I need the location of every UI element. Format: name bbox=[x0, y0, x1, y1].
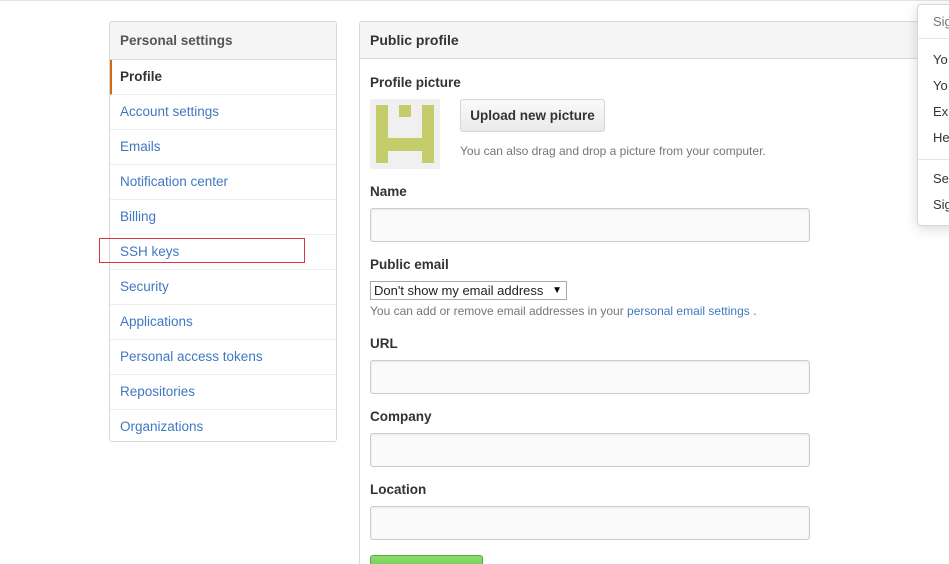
public-email-hint: You can add or remove email addresses in… bbox=[370, 304, 756, 318]
top-border bbox=[0, 0, 949, 1]
sidebar-header: Personal settings bbox=[110, 22, 336, 60]
name-input[interactable] bbox=[370, 208, 810, 242]
company-label: Company bbox=[370, 409, 432, 424]
update-profile-button[interactable] bbox=[370, 555, 483, 564]
public-email-select-value: Don't show my email address bbox=[374, 283, 544, 298]
sidebar-item-notification-center[interactable]: Notification center bbox=[110, 165, 336, 200]
email-hint-suffix: . bbox=[753, 304, 757, 318]
url-label: URL bbox=[370, 336, 398, 351]
sidebar-item-profile[interactable]: Profile bbox=[110, 60, 336, 95]
email-hint-text: You can add or remove email addresses in… bbox=[370, 304, 624, 318]
url-input[interactable] bbox=[370, 360, 810, 394]
sidebar-item-organizations[interactable]: Organizations bbox=[110, 410, 336, 441]
dropdown-item[interactable]: Sig bbox=[918, 192, 949, 218]
sidebar-item-emails[interactable]: Emails bbox=[110, 130, 336, 165]
dropdown-item[interactable]: Se bbox=[918, 166, 949, 192]
dropdown-item[interactable]: Yo bbox=[918, 47, 949, 73]
location-label: Location bbox=[370, 482, 427, 497]
name-label: Name bbox=[370, 184, 407, 199]
public-email-label: Public email bbox=[370, 257, 449, 272]
public-email-select[interactable]: Don't show my email address ▼ bbox=[370, 281, 567, 300]
sidebar-item-account-settings[interactable]: Account settings bbox=[110, 95, 336, 130]
dropdown-divider bbox=[918, 159, 949, 160]
dropdown-signed-in-header: Sig bbox=[918, 5, 949, 39]
company-input[interactable] bbox=[370, 433, 810, 467]
user-dropdown-menu: Sig Yo Yo Ex He Se Sig bbox=[917, 4, 949, 226]
public-profile-panel: Public profile Profile picture Upload ne… bbox=[359, 21, 949, 564]
dropdown-item[interactable]: Yo bbox=[918, 73, 949, 99]
sidebar-item-ssh-keys[interactable]: SSH keys bbox=[110, 235, 336, 270]
settings-sidebar: Personal settings Profile Account settin… bbox=[109, 21, 337, 442]
picture-drag-drop-hint: You can also drag and drop a picture fro… bbox=[460, 144, 766, 158]
sidebar-item-applications[interactable]: Applications bbox=[110, 305, 336, 340]
profile-picture-label: Profile picture bbox=[370, 75, 461, 90]
page-title: Public profile bbox=[360, 22, 949, 59]
sidebar-item-billing[interactable]: Billing bbox=[110, 200, 336, 235]
identicon-avatar-icon bbox=[370, 99, 440, 169]
location-input[interactable] bbox=[370, 506, 810, 540]
sidebar-item-personal-access-tokens[interactable]: Personal access tokens bbox=[110, 340, 336, 375]
sidebar-item-security[interactable]: Security bbox=[110, 270, 336, 305]
sidebar-item-repositories[interactable]: Repositories bbox=[110, 375, 336, 410]
dropdown-item[interactable]: Ex bbox=[918, 99, 949, 125]
dropdown-item[interactable]: He bbox=[918, 125, 949, 151]
identicon-avatar bbox=[370, 99, 440, 169]
upload-new-picture-button[interactable]: Upload new picture bbox=[460, 99, 605, 132]
personal-email-settings-link[interactable]: personal email settings bbox=[627, 304, 750, 318]
triangle-down-icon: ▼ bbox=[552, 285, 562, 296]
